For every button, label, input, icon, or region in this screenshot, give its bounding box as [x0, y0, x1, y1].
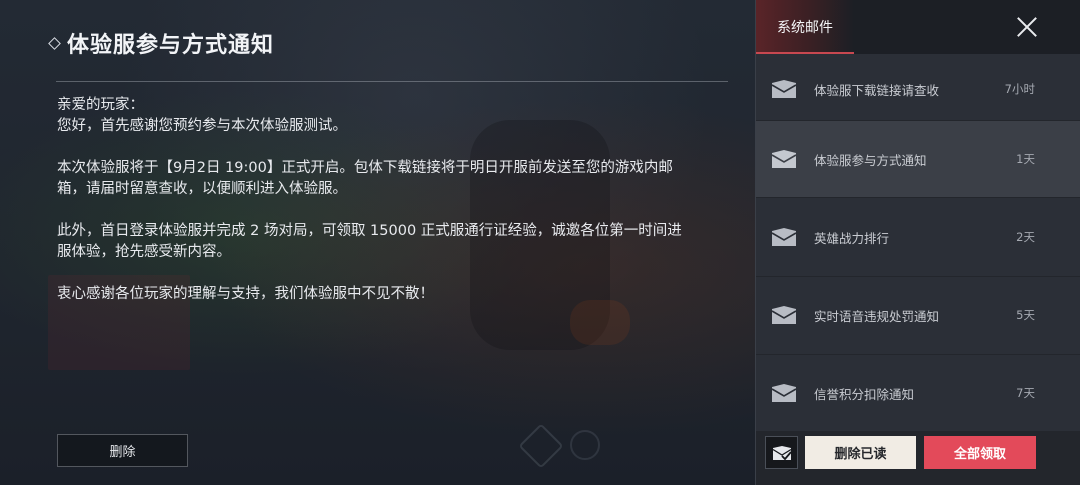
background-character-boots: [570, 300, 630, 345]
mail-divider: [756, 197, 1080, 198]
mail-list[interactable]: 体验服下载链接请查收 7小时 体验服参与方式通知 1天 英雄战力排行 2天 实时…: [756, 54, 1080, 431]
tab-system-mail[interactable]: 系统邮件: [756, 0, 854, 54]
message-paragraph-1: 亲爱的玩家： 您好，首先感谢您预约参与本次体验服测试。: [57, 95, 729, 137]
message-greeting: 亲爱的玩家：: [57, 97, 144, 113]
mail-panel-footer: 删除已读 全部领取: [756, 431, 1080, 485]
mail-subject: 体验服下载链接请查收: [814, 82, 940, 98]
message-title-row: 体验服参与方式通知: [48, 25, 275, 61]
delete-message-button[interactable]: 删除: [57, 434, 188, 467]
dimmed-game-background: 体验服参与方式通知 亲爱的玩家： 您好，首先感谢您预约参与本次体验服测试。 本次…: [0, 0, 755, 485]
mail-list-item[interactable]: 英雄战力排行 2天: [756, 202, 1080, 272]
message-line: 本次体验服将于【9月2日 19:00】正式开启。包体下载链接将于明日开服前发送至…: [57, 160, 673, 176]
background-home-icon: [518, 423, 564, 469]
mail-subject: 体验服参与方式通知: [814, 152, 927, 168]
mail-subject: 英雄战力排行: [814, 230, 890, 246]
message-line: 此外，首日登录体验服并完成 2 场对局，可领取 15000 正式服通行证经验，诚…: [57, 223, 682, 239]
message-paragraph-2: 本次体验服将于【9月2日 19:00】正式开启。包体下载链接将于明日开服前发送至…: [57, 158, 729, 200]
mail-time: 7天: [1016, 386, 1035, 400]
background-signal-icon: [570, 430, 600, 460]
message-body: 亲爱的玩家： 您好，首先感谢您预约参与本次体验服测试。 本次体验服将于【9月2日…: [57, 95, 729, 305]
message-line: 箱，请届时留意查收，以便顺利进入体验服。: [57, 181, 347, 197]
delete-read-button[interactable]: 删除已读: [805, 436, 916, 469]
mail-time: 2天: [1016, 230, 1035, 244]
mail-subject: 信誉积分扣除通知: [814, 386, 915, 402]
mail-divider: [756, 354, 1080, 355]
message-line: 服体验，抢先感受新内容。: [57, 244, 231, 260]
tab-system-mail-label: 系统邮件: [777, 20, 833, 36]
mail-time: 5天: [1016, 308, 1035, 322]
mail-panel: 系统邮件 体验服下载链接请查收 7小时 体验服参与方式通知 1天 英雄战力排行 …: [755, 0, 1080, 485]
claim-all-button[interactable]: 全部领取: [924, 436, 1036, 469]
mail-list-item[interactable]: 信誉积分扣除通知 7天: [756, 358, 1080, 428]
close-icon[interactable]: [1015, 15, 1039, 39]
envelope-icon: [771, 150, 797, 168]
mail-divider: [756, 276, 1080, 277]
message-title: 体验服参与方式通知: [67, 33, 275, 58]
message-paragraph-4: 衷心感谢各位玩家的理解与支持，我们体验服中不见不散！: [57, 284, 729, 305]
envelope-icon: [771, 384, 797, 402]
envelope-icon: [771, 228, 797, 246]
mark-all-read-icon: [772, 445, 792, 460]
mail-panel-header: 系统邮件: [756, 0, 1080, 54]
envelope-icon: [771, 80, 797, 98]
mail-list-item[interactable]: 体验服下载链接请查收 7小时: [756, 54, 1080, 124]
mail-list-item[interactable]: 实时语音违规处罚通知 5天: [756, 280, 1080, 350]
title-divider: [56, 81, 728, 82]
mail-subject: 实时语音违规处罚通知: [814, 308, 940, 324]
message-paragraph-3: 此外，首日登录体验服并完成 2 场对局，可领取 15000 正式服通行证经验，诚…: [57, 221, 729, 263]
message-line: 衷心感谢各位玩家的理解与支持，我们体验服中不见不散！: [57, 286, 434, 302]
envelope-icon: [771, 306, 797, 324]
mail-time: 7小时: [1004, 82, 1035, 96]
mail-screen: 体验服参与方式通知 亲爱的玩家： 您好，首先感谢您预约参与本次体验服测试。 本次…: [0, 0, 1080, 485]
mail-list-item-selected[interactable]: 体验服参与方式通知 1天: [756, 121, 1080, 197]
mail-time: 1天: [1016, 152, 1035, 166]
message-line: 您好，首先感谢您预约参与本次体验服测试。: [57, 118, 347, 134]
mark-all-read-button[interactable]: [765, 436, 798, 469]
diamond-bullet-icon: [48, 36, 61, 50]
